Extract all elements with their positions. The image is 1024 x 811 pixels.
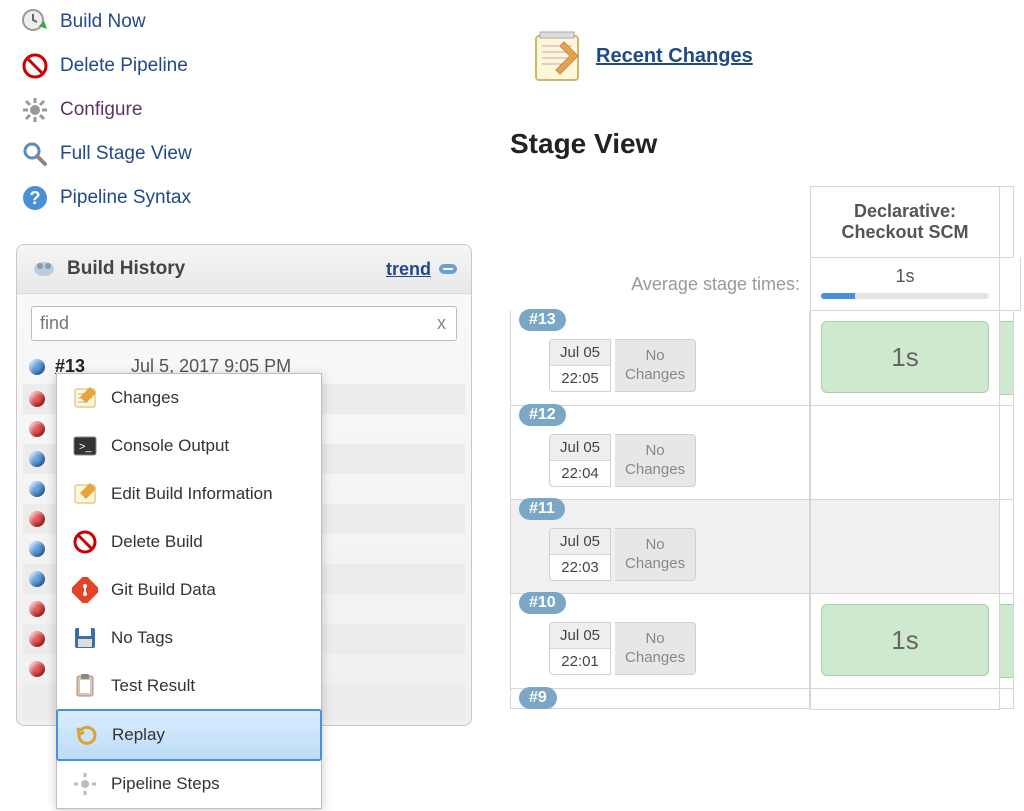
status-ball-blue	[29, 451, 45, 467]
sidebar-link-label: Configure	[60, 99, 142, 121]
run-changes-box: NoChanges	[615, 622, 696, 675]
run-badge[interactable]: #13	[519, 309, 566, 331]
build-search[interactable]: x	[31, 306, 457, 341]
run-date-box: Jul 0522:03	[549, 528, 611, 581]
menu-item-label: Replay	[112, 725, 165, 745]
status-ball-red	[29, 661, 45, 677]
stage-box[interactable]: 1s	[821, 321, 989, 393]
no-entry-icon	[20, 51, 50, 81]
run-changes-box: NoChanges	[615, 339, 696, 392]
stage-box[interactable]: 1s	[821, 604, 989, 676]
recent-changes[interactable]: Recent Changes	[530, 28, 1024, 84]
run-badge[interactable]: #9	[519, 687, 557, 709]
sidebar-link-label: Delete Pipeline	[60, 55, 188, 77]
gear-icon	[20, 95, 50, 125]
stage-cut-cell	[1000, 594, 1014, 689]
sidebar-link-label: Build Now	[60, 11, 146, 33]
terminal-icon: >_	[71, 432, 99, 460]
menu-item-edit-build-info[interactable]: Edit Build Information	[57, 470, 321, 518]
run-badge[interactable]: #10	[519, 592, 566, 614]
stage-column-cut	[1000, 186, 1014, 258]
build-search-input[interactable]	[32, 307, 427, 340]
status-ball-red	[29, 421, 45, 437]
build-context-menu: Changes >_ Console Output Edit Build Inf…	[56, 373, 322, 809]
avg-progress-bar	[821, 293, 989, 299]
menu-item-label: Git Build Data	[111, 580, 216, 600]
menu-item-label: No Tags	[111, 628, 173, 648]
status-ball-blue	[29, 359, 45, 375]
menu-item-label: Test Result	[111, 676, 195, 696]
status-ball-red	[29, 391, 45, 407]
search-icon	[20, 139, 50, 169]
sidebar-link-pipeline-syntax[interactable]: ? Pipeline Syntax	[16, 176, 472, 220]
menu-item-test-result[interactable]: Test Result	[57, 662, 321, 710]
svg-text:?: ?	[30, 188, 41, 208]
stage-table: Declarative: Checkout SCM Average stage …	[510, 186, 1024, 710]
menu-item-pipeline-steps[interactable]: Pipeline Steps	[57, 760, 321, 808]
run-date-box: Jul 05 22:05	[549, 339, 611, 392]
status-ball-red	[29, 511, 45, 527]
menu-item-label: Delete Build	[111, 532, 203, 552]
stage-box-empty	[821, 416, 989, 488]
run-badge[interactable]: #12	[519, 404, 566, 426]
help-icon: ?	[20, 183, 50, 213]
sidebar-link-full-stage-view[interactable]: Full Stage View	[16, 132, 472, 176]
run-date-box: Jul 0522:04	[549, 434, 611, 487]
stage-cut-cell	[1000, 311, 1014, 406]
edit-icon	[71, 480, 99, 508]
menu-item-delete-build[interactable]: Delete Build	[57, 518, 321, 566]
clock-play-icon	[20, 7, 50, 37]
sidebar-link-build-now[interactable]: Build Now	[16, 0, 472, 44]
sidebar-link-delete-pipeline[interactable]: Delete Pipeline	[16, 44, 472, 88]
history-icon	[31, 253, 57, 285]
menu-item-changes[interactable]: Changes	[57, 374, 321, 422]
run-date-box: Jul 0522:01	[549, 622, 611, 675]
avg-cut-cell	[1000, 258, 1021, 311]
menu-item-console-output[interactable]: >_ Console Output	[57, 422, 321, 470]
menu-item-label: Changes	[111, 388, 179, 408]
run-changes-box: NoChanges	[615, 528, 696, 581]
build-history-title: Build History	[67, 258, 185, 280]
clear-icon[interactable]: x	[427, 313, 456, 334]
menu-item-no-tags[interactable]: No Tags	[57, 614, 321, 662]
trend-link[interactable]: trend	[386, 259, 431, 280]
svg-text:>_: >_	[79, 441, 92, 453]
status-ball-red	[29, 631, 45, 647]
notepad-icon	[530, 28, 586, 84]
stage-column-header: Declarative: Checkout SCM	[810, 186, 1000, 258]
collapse-icon[interactable]	[439, 264, 457, 274]
stage-cut-cell	[1000, 406, 1014, 500]
save-icon	[71, 624, 99, 652]
status-ball-blue	[29, 571, 45, 587]
stage-cut-cell	[1000, 500, 1014, 594]
menu-item-replay[interactable]: Replay	[56, 709, 322, 761]
clipboard-icon	[71, 672, 99, 700]
stage-box-empty	[821, 510, 989, 582]
avg-stage-value: 1s	[810, 258, 1000, 311]
no-entry-icon	[71, 528, 99, 556]
notepad-icon	[71, 384, 99, 412]
status-ball-blue	[29, 541, 45, 557]
menu-item-label: Console Output	[111, 436, 229, 456]
redo-icon	[72, 721, 100, 749]
run-badge[interactable]: #11	[519, 498, 565, 520]
sidebar-link-label: Pipeline Syntax	[60, 187, 191, 209]
recent-changes-link[interactable]: Recent Changes	[596, 45, 753, 68]
menu-item-label: Pipeline Steps	[111, 774, 220, 794]
status-ball-blue	[29, 481, 45, 497]
gear-icon	[71, 770, 99, 798]
git-icon	[71, 576, 99, 604]
status-ball-red	[29, 601, 45, 617]
sidebar-link-label: Full Stage View	[60, 143, 192, 165]
run-changes-box: NoChanges	[615, 434, 696, 487]
sidebar-link-configure[interactable]: Configure	[16, 88, 472, 132]
menu-item-git-build-data[interactable]: Git Build Data	[57, 566, 321, 614]
avg-stage-label: Average stage times:	[510, 258, 810, 311]
stage-view-title: Stage View	[510, 128, 1024, 160]
menu-item-label: Edit Build Information	[111, 484, 273, 504]
